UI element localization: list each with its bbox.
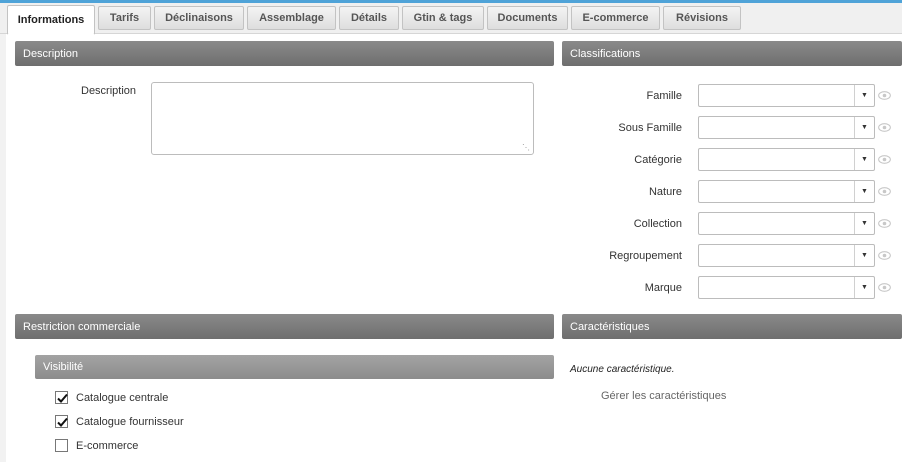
tab-documents[interactable]: Documents — [487, 6, 568, 30]
tab-gtin-tags[interactable]: Gtin & tags — [402, 6, 484, 30]
e-commerce-label[interactable]: E-commerce — [76, 440, 138, 452]
description-panel-title: Description — [23, 47, 79, 60]
sous-famille-select[interactable]: ▼ — [698, 116, 875, 139]
e-commerce-checkbox[interactable] — [55, 439, 68, 452]
caret-down-icon[interactable]: ▼ — [854, 245, 874, 266]
sous-famille-label: Sous Famille — [618, 122, 682, 134]
classifications-panel-title: Classifications — [570, 47, 641, 60]
nature-select[interactable]: ▼ — [698, 180, 875, 203]
restriction-panel-title: Restriction commerciale — [23, 320, 141, 333]
tab-declinaisons[interactable]: Déclinaisons — [154, 6, 244, 30]
regroupement-label: Regroupement — [609, 250, 682, 262]
marque-label: Marque — [644, 282, 682, 294]
classifications-panel-header: Classifications — [562, 41, 902, 66]
collection-label: Collection — [633, 218, 682, 230]
characteristics-panel-header: Caractéristiques — [562, 314, 902, 339]
eye-icon[interactable] — [878, 155, 891, 164]
marque-select[interactable]: ▼ — [698, 276, 875, 299]
tab-informations[interactable]: Informations — [7, 5, 95, 35]
tab-details[interactable]: Détails — [339, 6, 399, 30]
left-edge — [0, 34, 6, 462]
restriction-panel-header: Restriction commerciale — [15, 314, 554, 339]
visibility-subheader: Visibilité — [35, 355, 554, 379]
caret-down-icon[interactable]: ▼ — [854, 117, 874, 138]
tab-bar: Informations Tarifs Déclinaisons Assembl… — [0, 3, 902, 35]
description-label: Description — [81, 85, 137, 97]
regroupement-select[interactable]: ▼ — [698, 244, 875, 267]
visibility-title: Visibilité — [43, 361, 84, 373]
caret-down-icon[interactable]: ▼ — [854, 149, 874, 170]
tab-e-commerce[interactable]: E-commerce — [571, 6, 660, 30]
catalogue-fournisseur-checkbox[interactable] — [55, 415, 68, 428]
collection-select[interactable]: ▼ — [698, 212, 875, 235]
nature-label: Nature — [648, 186, 682, 198]
eye-icon[interactable] — [878, 251, 891, 260]
check-icon — [57, 417, 68, 427]
categorie-label: Catégorie — [634, 154, 682, 166]
tab-tarifs[interactable]: Tarifs — [98, 6, 151, 30]
catalogue-fournisseur-label[interactable]: Catalogue fournisseur — [76, 416, 184, 428]
no-characteristics-text: Aucune caractéristique. — [570, 364, 675, 375]
characteristics-panel-title: Caractéristiques — [570, 320, 650, 333]
check-icon — [57, 393, 68, 403]
manage-characteristics-link[interactable]: Gérer les caractéristiques — [601, 390, 726, 402]
tab-revisions[interactable]: Révisions — [663, 6, 741, 30]
caret-down-icon[interactable]: ▼ — [854, 213, 874, 234]
caret-down-icon[interactable]: ▼ — [854, 181, 874, 202]
famille-label: Famille — [646, 90, 682, 102]
eye-icon[interactable] — [878, 283, 891, 292]
eye-icon[interactable] — [878, 123, 891, 132]
eye-icon[interactable] — [878, 219, 891, 228]
eye-icon[interactable] — [878, 187, 891, 196]
description-textarea[interactable]: ⋱ — [151, 82, 534, 155]
caret-down-icon[interactable]: ▼ — [854, 277, 874, 298]
eye-icon[interactable] — [878, 91, 891, 100]
catalogue-centrale-label[interactable]: Catalogue centrale — [76, 392, 168, 404]
tab-assemblage[interactable]: Assemblage — [247, 6, 336, 30]
famille-select[interactable]: ▼ — [698, 84, 875, 107]
description-panel-header: Description — [15, 41, 554, 66]
caret-down-icon[interactable]: ▼ — [854, 85, 874, 106]
resize-grip-icon[interactable]: ⋱ — [522, 143, 530, 152]
categorie-select[interactable]: ▼ — [698, 148, 875, 171]
catalogue-centrale-checkbox[interactable] — [55, 391, 68, 404]
